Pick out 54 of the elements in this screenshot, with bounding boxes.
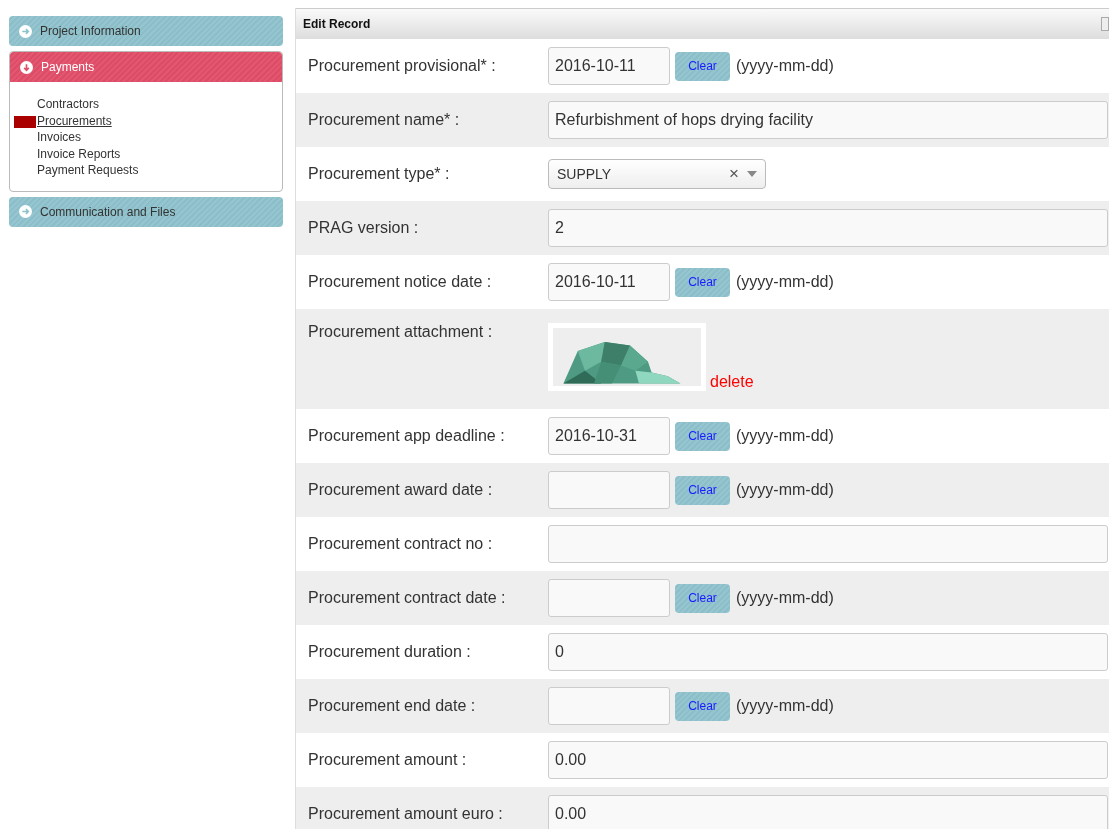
field-label: Procurement duration : [308, 643, 472, 661]
field-label: Procurement app deadline : [308, 427, 506, 445]
format-hint: (yyyy-mm-dd) [736, 481, 834, 499]
text-field[interactable]: 0 [548, 633, 1108, 671]
date-field[interactable]: 2016-10-31 [548, 417, 670, 455]
sidebar-link[interactable]: Procurements [37, 113, 112, 128]
field-label: Procurement end date : [308, 697, 477, 715]
sidebar-link[interactable]: Invoices [37, 130, 82, 144]
text-field[interactable]: Refurbishment of hops drying facility [548, 101, 1108, 139]
field-label: Procurement type* : [308, 165, 451, 183]
date-field[interactable] [548, 471, 670, 509]
date-field[interactable] [548, 579, 670, 617]
text-field[interactable]: 0.00 [548, 795, 1108, 829]
clear-icon[interactable]: × [729, 164, 739, 184]
caret-icon [747, 171, 757, 177]
clear-button[interactable]: Clear [675, 691, 730, 721]
format-hint: (yyyy-mm-dd) [736, 427, 834, 445]
accordion-header[interactable]: Payments [10, 52, 282, 82]
field-label: Procurement amount : [308, 751, 468, 769]
down-arrow-icon [20, 60, 33, 74]
format-hint: (yyyy-mm-dd) [736, 273, 834, 291]
text-field[interactable]: 0.00 [548, 741, 1108, 779]
date-field[interactable]: 2016-10-11 [548, 263, 670, 301]
field-label: Procurement amount euro : [308, 805, 504, 823]
accordion-header[interactable]: Project Information [9, 16, 283, 46]
field-label: Procurement award date : [308, 481, 494, 499]
clear-button[interactable]: Clear [675, 51, 730, 81]
accordion-header[interactable]: Communication and Files [9, 196, 283, 227]
field-label: Procurement notice date : [308, 273, 493, 291]
field-label: PRAG version : [308, 219, 420, 237]
text-field[interactable] [548, 525, 1108, 563]
format-hint: (yyyy-mm-dd) [736, 697, 834, 715]
field-label: Procurement contract date : [308, 589, 507, 607]
clear-button[interactable]: Clear [675, 583, 730, 613]
sidebar-link[interactable]: Contractors [37, 97, 100, 111]
field-label: Procurement contract no : [308, 535, 494, 553]
clear-button[interactable]: Clear [675, 267, 730, 297]
sidebar-link[interactable]: Payment Requests [37, 163, 139, 177]
select-field[interactable]: SUPPLY × [548, 159, 766, 189]
field-label: Procurement provisional* : [308, 57, 497, 75]
sidebar-link[interactable]: Invoice Reports [37, 146, 121, 161]
panel-title: Edit Record [303, 17, 371, 31]
date-field[interactable]: 2016-10-11 [548, 47, 670, 85]
format-hint: (yyyy-mm-dd) [736, 589, 834, 607]
field-label: Procurement attachment : [308, 323, 494, 341]
right-arrow-icon [19, 24, 32, 38]
date-field[interactable] [548, 687, 670, 725]
right-arrow-icon [19, 205, 32, 218]
text-field[interactable]: 2 [548, 209, 1108, 247]
format-hint: (yyyy-mm-dd) [736, 57, 834, 75]
clear-button[interactable]: Clear [675, 475, 730, 505]
field-label: Procurement name* : [308, 111, 461, 129]
collapse-button[interactable] [1101, 17, 1109, 31]
clear-button[interactable]: Clear [675, 421, 730, 451]
